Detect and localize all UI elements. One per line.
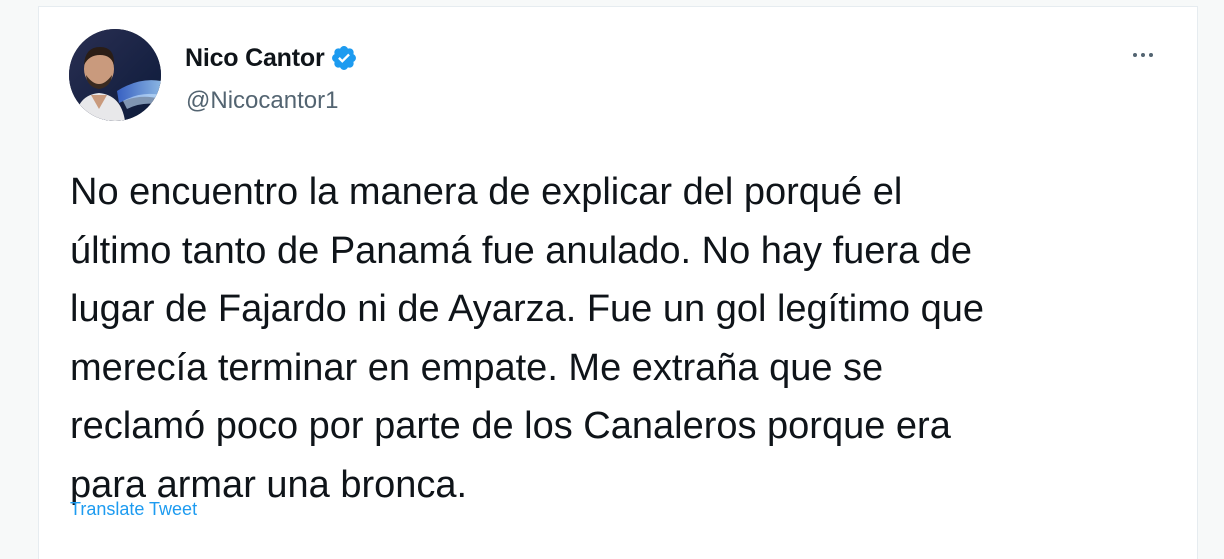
verified-badge-icon [330, 44, 358, 72]
more-options-button[interactable] [1123, 41, 1163, 69]
tweet-text-line: para armar una bronca. [70, 463, 468, 506]
tweet-text-line: No encuentro la manera de explicar del p… [70, 171, 903, 213]
tweet-text-line: último tanto de Panamá fue anulado. No h… [70, 229, 973, 272]
avatar-image [69, 29, 161, 121]
tweet-text-line: lugar de Fajardo ni de Ayarza. Fue un go… [70, 288, 984, 330]
author-name-row: Nico Cantor [185, 41, 358, 75]
more-options-icon [1131, 53, 1155, 57]
author-name[interactable]: Nico Cantor [185, 44, 325, 73]
tweet-text-line: merecía terminar en empate. Me extraña q… [70, 346, 884, 389]
author-handle[interactable]: @Nicocantor1 [186, 87, 338, 115]
tweet-text-line: reclamó poco por parte de los Canaleros … [70, 405, 951, 447]
tweet-text: No encuentro la manera de explicar del p… [70, 163, 1170, 514]
tweet-card: Nico Cantor @Nicocantor1 No encuentro la… [38, 6, 1198, 559]
avatar[interactable] [69, 29, 161, 121]
translate-tweet-link[interactable]: Translate Tweet [70, 499, 197, 520]
